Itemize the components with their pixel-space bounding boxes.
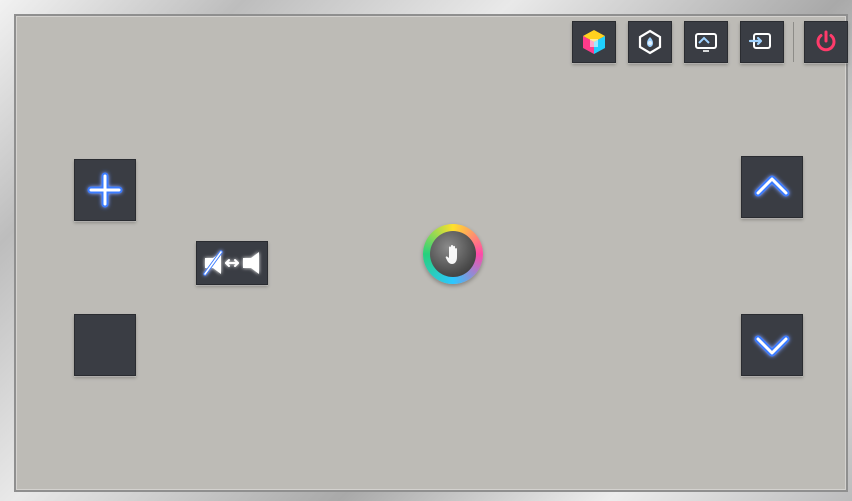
screen-mirror-icon (695, 33, 717, 52)
hand-cursor-icon (445, 245, 457, 264)
chevron-down-icon (754, 335, 790, 357)
input-source-button[interactable] (740, 21, 784, 63)
hand-cursor-inner (430, 231, 476, 277)
source-settings-button[interactable] (628, 21, 672, 63)
volume-down-button[interactable] (74, 314, 136, 376)
mute-toggle-icon (203, 250, 259, 276)
toolbar-separator (793, 22, 794, 62)
smart-hub-cube-icon (583, 30, 605, 54)
smart-hub-button[interactable] (572, 21, 616, 63)
chevron-up-icon (754, 175, 790, 197)
channel-up-button[interactable] (741, 156, 803, 218)
channel-down-button[interactable] (741, 314, 803, 376)
plus-icon (87, 172, 123, 208)
minus-icon (87, 341, 123, 349)
power-icon (816, 30, 836, 52)
input-source-icon (748, 33, 771, 49)
hand-cursor[interactable] (423, 224, 483, 284)
hexagon-hand-icon (638, 29, 662, 55)
volume-up-button[interactable] (74, 159, 136, 221)
device-frame (0, 0, 852, 501)
screen-mirror-button[interactable] (684, 21, 728, 63)
power-button[interactable] (804, 21, 848, 63)
mute-toggle-button[interactable] (196, 241, 268, 285)
